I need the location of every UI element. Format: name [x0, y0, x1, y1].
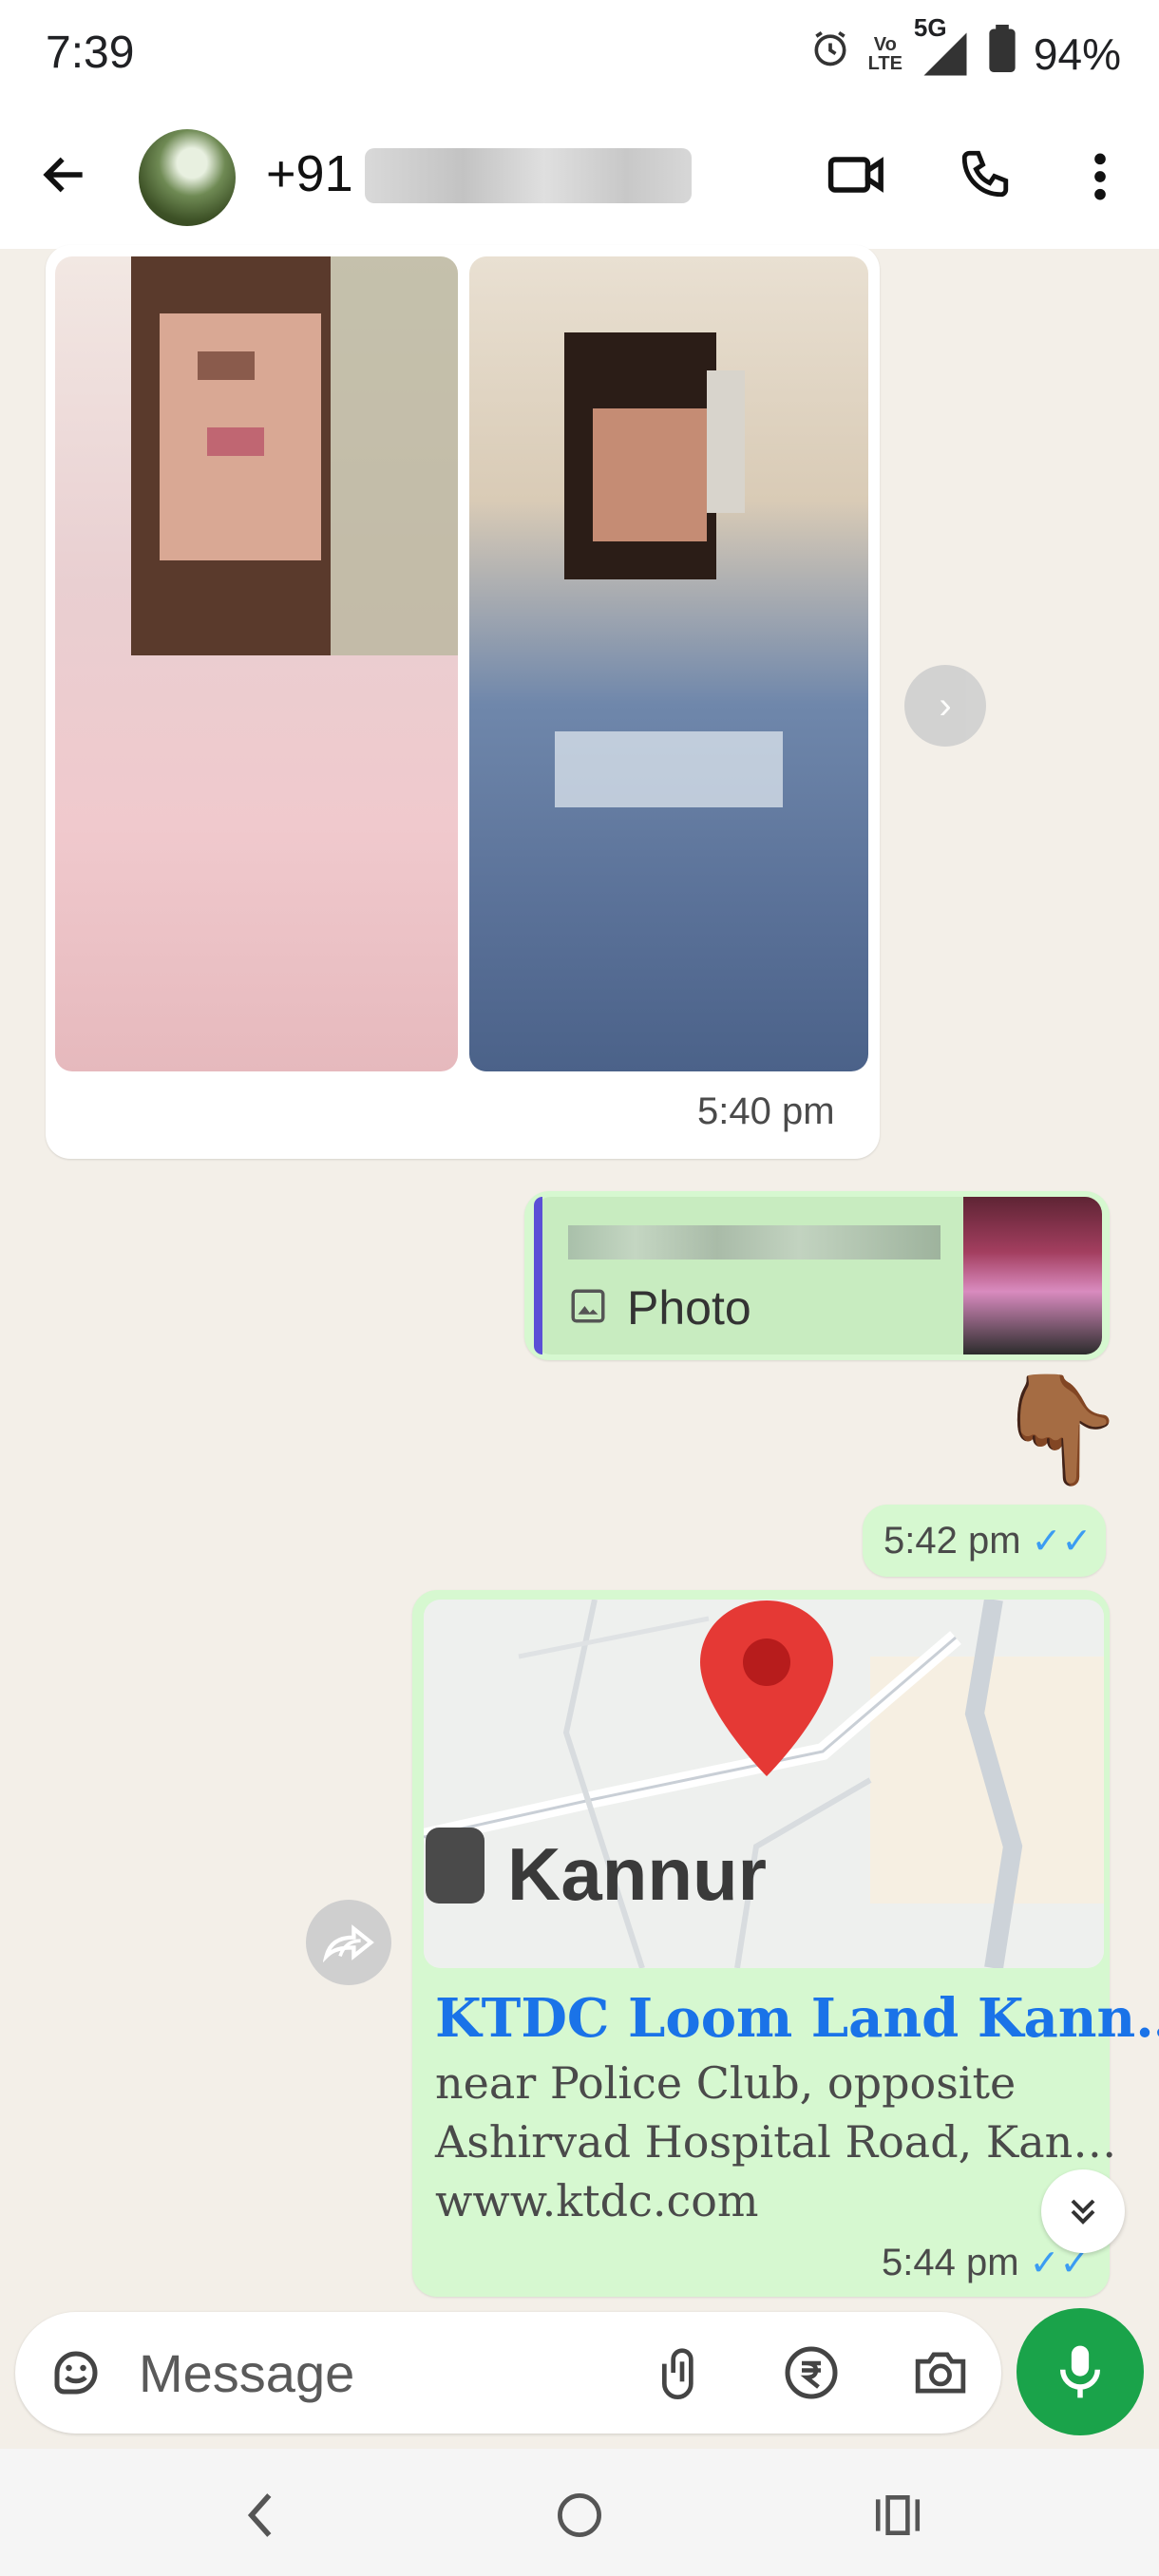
location-url[interactable]: www.ktdc.com — [435, 2175, 759, 2226]
location-title-link[interactable]: KTDC Loom Land Kann… — [435, 1987, 1159, 2050]
image-icon — [568, 1286, 608, 1326]
alarm-icon — [809, 28, 851, 80]
signal-icon: 5G — [914, 13, 971, 80]
quoted-photo-thumbnail — [963, 1197, 1102, 1354]
video-call-icon[interactable] — [826, 148, 887, 206]
microphone-icon — [1059, 2345, 1101, 2398]
message-time: 5:40 pm — [697, 1090, 835, 1132]
status-time: 7:39 — [46, 28, 135, 78]
message-time: 5:44 pm ✓✓ — [882, 2242, 1091, 2283]
attach-icon[interactable] — [652, 2342, 712, 2403]
contact-number-prefix[interactable]: +91 — [266, 144, 353, 203]
voice-call-icon[interactable] — [958, 146, 1013, 206]
battery-percent: 94% — [1033, 28, 1121, 79]
photo-thumbnail-1[interactable] — [55, 256, 458, 1071]
location-address-line-2: Ashirvad Hospital Road, Kan… — [435, 2116, 1117, 2168]
read-ticks-icon: ✓✓ — [1031, 1522, 1092, 1562]
payment-icon[interactable] — [781, 2342, 842, 2403]
pointing-down-emoji[interactable]: 👇🏾 — [994, 1368, 1126, 1491]
scroll-to-bottom-button[interactable] — [1041, 2169, 1125, 2253]
status-indicators: Vo LTE 5G 94% — [809, 13, 1121, 83]
message-input[interactable]: Message — [139, 2342, 354, 2404]
map-pin-icon — [695, 1596, 838, 1786]
nav-back-icon[interactable] — [239, 2489, 281, 2547]
forward-small-button[interactable]: › — [904, 665, 986, 747]
nav-recents-icon[interactable] — [872, 2491, 923, 2545]
message-time: 5:42 pm ✓✓ — [884, 1520, 1092, 1562]
back-arrow-icon[interactable] — [38, 148, 91, 206]
quote-accent-bar — [534, 1197, 542, 1354]
contact-avatar[interactable] — [139, 129, 236, 226]
network-type: 5G — [913, 12, 947, 42]
battery-icon — [988, 25, 1016, 83]
forward-button[interactable] — [306, 1900, 391, 1985]
camera-icon[interactable] — [910, 2342, 971, 2403]
volte-icon: Vo LTE — [867, 33, 902, 74]
transit-icon — [426, 1828, 484, 1904]
sticker-icon[interactable] — [46, 2342, 106, 2403]
map-place-label: Kannur — [507, 1832, 767, 1916]
quoted-type-label: Photo — [627, 1281, 751, 1335]
voice-record-button[interactable] — [1016, 2308, 1144, 2435]
more-options-icon[interactable] — [1083, 150, 1117, 208]
quoted-sender-redacted — [568, 1225, 940, 1260]
photo-thumbnail-2[interactable] — [469, 256, 868, 1071]
location-address-line-1: near Police Club, opposite — [435, 2057, 1016, 2109]
nav-home-icon[interactable] — [555, 2491, 604, 2545]
contact-name-redacted[interactable] — [365, 148, 692, 203]
